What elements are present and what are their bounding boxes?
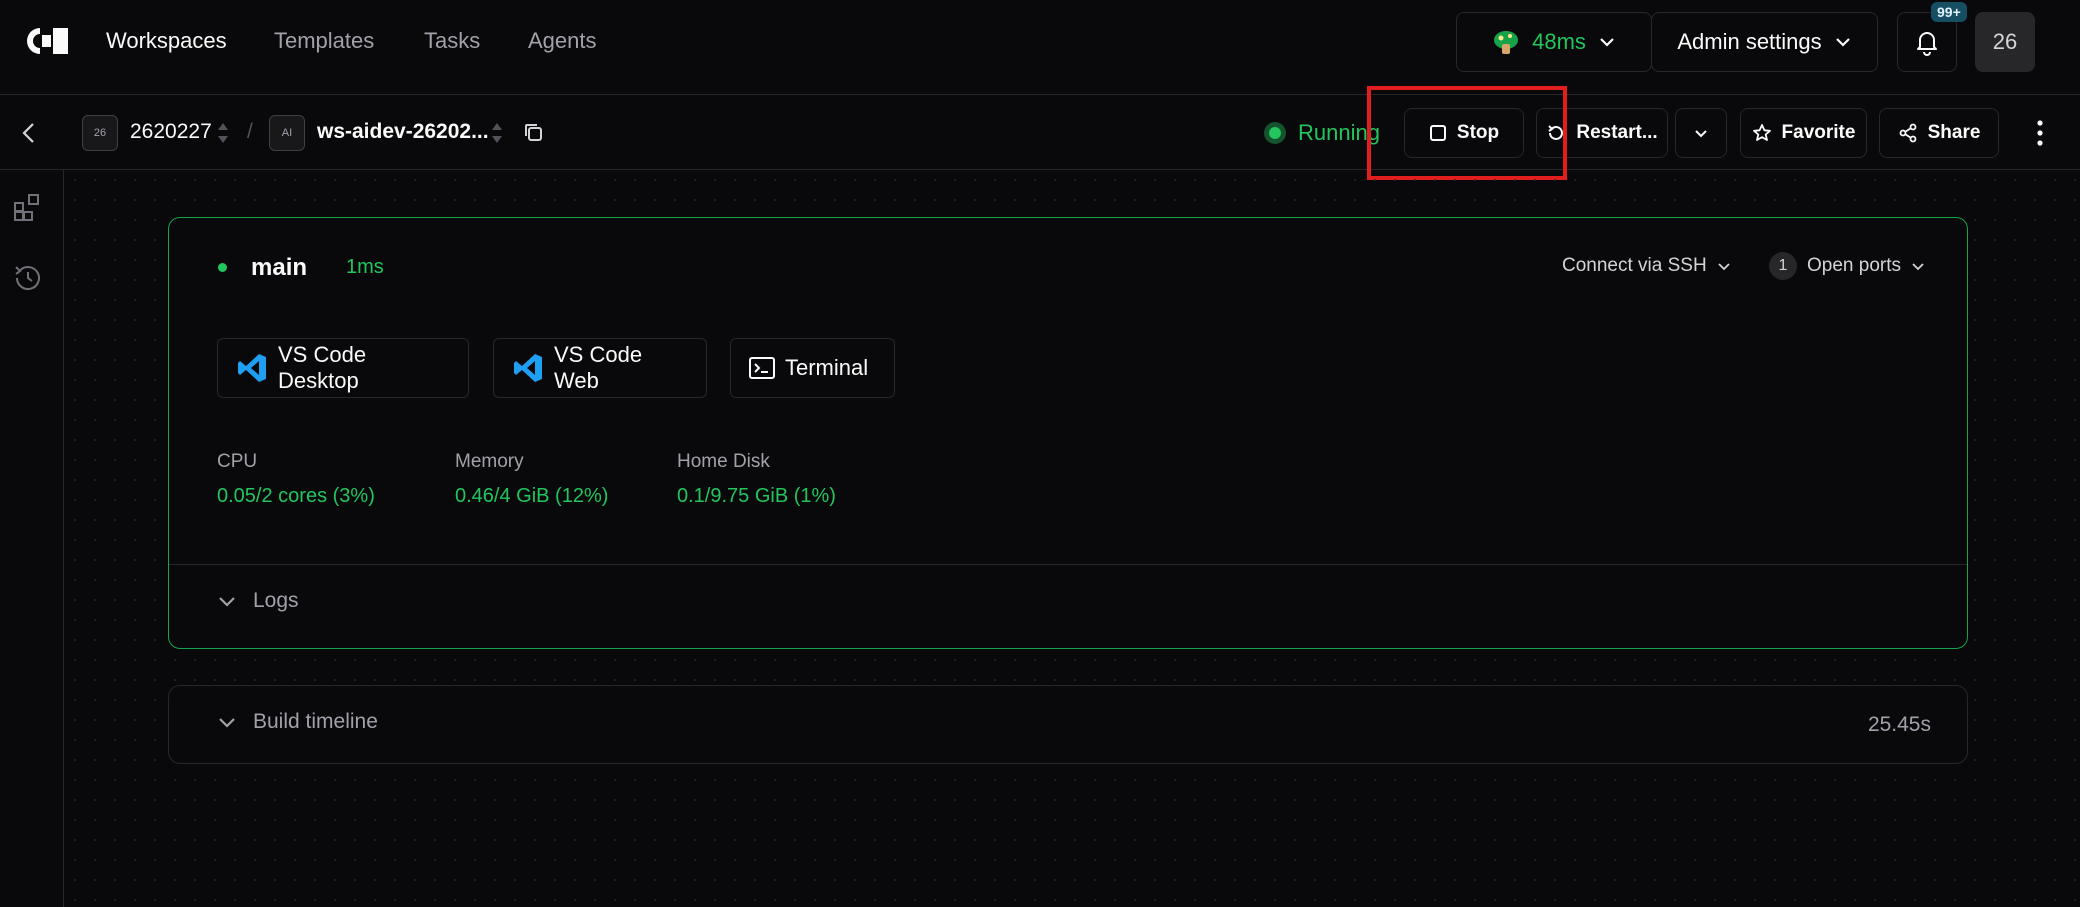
top-navbar: Workspaces Templates Tasks Agents 48ms A… <box>0 0 2080 95</box>
agent-name: main <box>251 254 308 281</box>
card-divider <box>169 564 1967 565</box>
terminal-button[interactable]: Terminal <box>730 338 895 398</box>
home-disk-value: 0.1/9.75 GiB (1%) <box>677 485 836 507</box>
admin-settings-label: Admin settings <box>1677 29 1822 54</box>
terminal-icon <box>749 357 775 379</box>
vscode-desktop-button[interactable]: VS Code Desktop <box>217 338 469 398</box>
open-ports-count: 1 <box>1769 252 1797 280</box>
resources-widgets-icon[interactable] <box>12 190 44 222</box>
agent-status-dot <box>218 263 227 272</box>
terminal-label: Terminal <box>785 355 869 380</box>
switcher-updown-icon[interactable] <box>216 118 230 148</box>
org-avatar: 26 <box>82 115 118 151</box>
chevron-down-icon <box>1834 33 1852 51</box>
proxy-latency-button[interactable]: 48ms <box>1456 12 1652 72</box>
connect-ssh-label: Connect via SSH <box>1562 255 1707 276</box>
coder-logo[interactable] <box>26 26 70 56</box>
share-label: Share <box>1927 122 1981 143</box>
stop-square-icon <box>1429 124 1447 142</box>
chevron-down-icon <box>1911 259 1925 273</box>
history-icon[interactable] <box>12 262 44 294</box>
vscode-icon <box>512 352 544 384</box>
cpu-value: 0.05/2 cores (3%) <box>217 485 375 507</box>
chevron-down-icon <box>217 591 237 611</box>
workspace-status: Running <box>1264 120 1380 146</box>
share-icon <box>1898 123 1918 143</box>
open-ports-label: Open ports <box>1807 255 1901 276</box>
share-button[interactable]: Share <box>1879 108 1999 158</box>
logs-toggle[interactable]: Logs <box>217 589 299 613</box>
user-avatar-button[interactable]: 26 <box>1975 12 2035 72</box>
connect-ssh-button[interactable]: Connect via SSH <box>1562 255 1731 277</box>
breadcrumb-separator: / <box>247 120 253 143</box>
open-ports-button[interactable]: 1 Open ports <box>1769 252 1925 280</box>
favorite-label: Favorite <box>1781 122 1856 143</box>
nav-agents[interactable]: Agents <box>528 28 597 54</box>
vscode-desktop-label: VS Code Desktop <box>278 342 367 393</box>
build-timeline-card[interactable]: Build timeline 25.45s <box>168 685 1968 764</box>
restart-button[interactable]: Restart... <box>1536 108 1668 158</box>
nav-templates[interactable]: Templates <box>274 28 374 54</box>
restart-icon <box>1546 123 1566 143</box>
status-dot <box>1264 122 1286 144</box>
chevron-down-icon <box>217 712 237 732</box>
region-mushroom-icon <box>1492 28 1520 56</box>
nav-tasks[interactable]: Tasks <box>424 28 480 54</box>
admin-settings-button[interactable]: Admin settings <box>1651 12 1878 72</box>
memory-label: Memory <box>455 451 524 472</box>
vscode-web-button[interactable]: VS Code Web <box>493 338 707 398</box>
star-icon <box>1752 123 1772 143</box>
switcher-updown-icon[interactable] <box>490 118 504 148</box>
home-disk-label: Home Disk <box>677 451 770 472</box>
nav-workspaces[interactable]: Workspaces <box>106 28 227 54</box>
memory-value: 0.46/4 GiB (12%) <box>455 485 609 507</box>
restart-label: Restart... <box>1576 122 1658 143</box>
restart-options-button[interactable] <box>1675 108 1727 158</box>
org-name[interactable]: 2620227 <box>130 120 212 144</box>
logs-label: Logs <box>253 589 299 612</box>
favorite-button[interactable]: Favorite <box>1740 108 1867 158</box>
workspace-header: 26 2620227 / AI ws-aidev-26202... Runnin… <box>0 96 2080 170</box>
stop-button[interactable]: Stop <box>1404 108 1524 158</box>
vscode-web-label: VS Code Web <box>554 342 643 393</box>
chevron-down-icon <box>1717 259 1731 273</box>
workspace-avatar: AI <box>269 115 305 151</box>
status-label: Running <box>1298 120 1380 145</box>
stop-label: Stop <box>1456 122 1500 143</box>
build-timeline-label: Build timeline <box>253 710 378 733</box>
more-options-icon[interactable] <box>2030 118 2050 148</box>
workspace-sidebar <box>0 170 64 907</box>
workspace-name[interactable]: ws-aidev-26202... <box>317 120 489 144</box>
build-duration: 25.45s <box>1867 713 1931 736</box>
back-chevron-icon[interactable] <box>18 120 40 146</box>
copy-icon[interactable] <box>522 121 544 143</box>
build-timeline-toggle[interactable]: Build timeline <box>217 710 378 734</box>
main-content: main 1ms Connect via SSH 1 Open ports VS… <box>65 170 2080 907</box>
chevron-down-icon <box>1693 125 1709 141</box>
latency-value: 48ms <box>1532 29 1586 54</box>
bell-icon <box>1913 28 1941 56</box>
vscode-icon <box>236 352 268 384</box>
cpu-label: CPU <box>217 451 258 472</box>
notification-count-badge: 99+ <box>1931 2 1967 22</box>
agent-card: main 1ms Connect via SSH 1 Open ports VS… <box>168 217 1968 649</box>
agent-latency: 1ms <box>346 256 384 278</box>
chevron-down-icon <box>1598 33 1616 51</box>
